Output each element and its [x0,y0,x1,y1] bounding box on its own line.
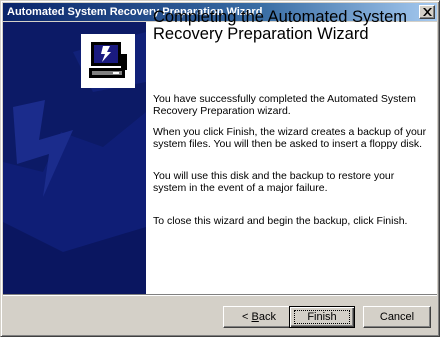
button-divider [3,294,437,296]
completion-message: You have successfully completed the Auto… [153,93,416,117]
finish-button[interactable]: Finish [289,306,355,328]
disk-usage-note: You will use this disk and the backup to… [153,170,395,194]
computer-recovery-icon [81,34,135,88]
wizard-side-panel [3,22,146,294]
finish-explanation: When you click Finish, the wizard create… [153,126,427,150]
back-button-prefix: < [242,311,252,323]
back-button[interactable]: < Back [223,306,295,328]
wizard-window: Automated System Recovery Preparation Wi… [0,0,440,337]
close-instruction: To close this wizard and begin the backu… [153,215,408,227]
wizard-heading: Completing the Automated System Recovery… [153,8,408,43]
wizard-content [3,22,437,294]
wizard-heading-block: Completing the Automated System Recovery… [153,9,429,43]
back-button-rest: ack [258,311,276,323]
cancel-button[interactable]: Cancel [363,306,431,328]
finish-button-label: Finish [307,311,337,323]
back-button-mnemonic: B [251,311,259,323]
cancel-button-label: Cancel [379,311,415,323]
